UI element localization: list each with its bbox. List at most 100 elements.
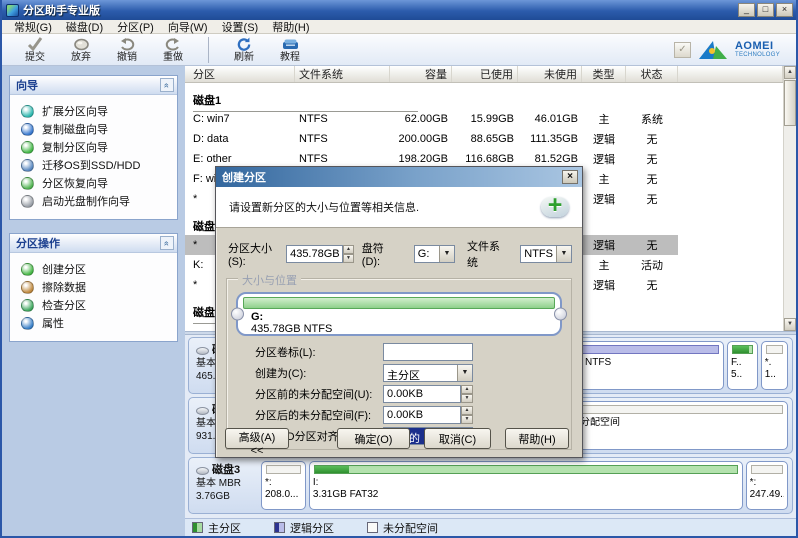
advanced-button[interactable]: 高级(A)<<	[225, 428, 289, 457]
column-header-6[interactable]: 状态	[626, 66, 678, 82]
sidebar-item-migrate-os-to-ssd[interactable]: 迁移OS到SSD/HDD	[10, 156, 177, 174]
close-button[interactable]: ×	[776, 3, 793, 17]
sidebar-item-partition-recovery-wizard[interactable]: 分区恢复向导	[10, 174, 177, 192]
scrollbar-track[interactable]	[784, 79, 796, 318]
column-header-2[interactable]: 容量	[390, 66, 452, 82]
menu-partition[interactable]: 分区(P)	[110, 19, 161, 35]
sidebar-panel-0: 向导 « 扩展分区向导 复制磁盘向导 复制分区向导 迁移OS到SSD/HDD 分区恢复向导启…	[9, 75, 178, 220]
space-before-input[interactable]	[383, 384, 461, 403]
window-title: 分区助手专业版	[23, 5, 100, 17]
sidebar-item-label: 复制磁盘向导	[42, 124, 108, 136]
partition-row[interactable]: C: win7 NTFS 62.00GB 15.99GB 46.01GB 主 系统	[185, 109, 783, 129]
logo-name: AOMEI	[734, 39, 774, 52]
scroll-down-icon[interactable]: ▼	[784, 318, 796, 331]
help-button[interactable]: 帮助(H)	[505, 428, 569, 449]
slider-right-handle[interactable]	[554, 307, 567, 321]
file-system-select[interactable]: NTFS ▼	[520, 245, 572, 263]
column-header-1[interactable]: 文件系统	[295, 66, 390, 82]
spin-up-icon[interactable]: ▲	[343, 245, 354, 254]
discard-button[interactable]: 放弃	[58, 36, 104, 63]
partition-size-input[interactable]	[286, 245, 344, 263]
volume-label-input[interactable]	[383, 342, 473, 361]
sidebar-item-expand-partition-wizard[interactable]: 扩展分区向导	[10, 102, 177, 120]
menu-disk[interactable]: 磁盘(D)	[59, 19, 110, 35]
spin-down-icon[interactable]: ▼	[343, 254, 354, 263]
scroll-up-icon[interactable]: ▲	[784, 66, 796, 79]
update-check-icon[interactable]: ✓	[673, 41, 691, 58]
sidebar-item-copy-partition-wizard[interactable]: 复制分区向导	[10, 138, 177, 156]
menu-settings[interactable]: 设置(S)	[215, 19, 266, 35]
redo-button[interactable]: 重做	[150, 36, 196, 63]
cell-filler	[678, 275, 783, 295]
sidebar-item-create-partition[interactable]: 创建分区	[10, 260, 177, 278]
cell-filler	[678, 235, 783, 255]
sidebar-item-copy-disk-wizard[interactable]: 复制磁盘向导	[10, 120, 177, 138]
minimize-button[interactable]: _	[738, 3, 755, 17]
partition-block[interactable]: *: 208.0...	[261, 461, 306, 510]
disk-panel-3: 磁盘3 基本 MBR 3.76GB *: 208.0... I: 3.31GB FAT32 *…	[188, 457, 793, 514]
sidebar-item-label: 擦除数据	[42, 282, 86, 294]
column-header-3[interactable]: 已使用	[452, 66, 518, 82]
scrollbar-thumb[interactable]	[784, 80, 796, 126]
size-spinner[interactable]: ▲ ▼	[343, 245, 354, 263]
cancel-button[interactable]: 取消(C)	[424, 428, 491, 449]
collapse-icon[interactable]: «	[160, 236, 174, 250]
dialog-close-icon[interactable]: ×	[562, 170, 578, 184]
column-header-0[interactable]: 分区	[185, 66, 295, 82]
partition-sublabel: 208.0...	[265, 489, 299, 500]
menu-general[interactable]: 常规(G)	[7, 19, 59, 35]
sidebar-panel-title: 分区操作	[16, 238, 60, 250]
space-after-input[interactable]	[383, 405, 461, 424]
create-as-select[interactable]: 主分区 ▼	[383, 363, 473, 382]
partition-size-slider[interactable]: G: 435.78GB NTFS	[231, 292, 567, 336]
chevron-down-icon[interactable]: ▼	[457, 364, 472, 381]
partition-block[interactable]: *:247.49...	[745, 461, 789, 510]
disk-name-label: 磁盘3	[212, 464, 241, 476]
menu-help[interactable]: 帮助(H)	[265, 19, 316, 35]
collapse-icon[interactable]: «	[160, 78, 174, 92]
app-icon	[6, 3, 19, 17]
sidebar-item-properties[interactable]: 属性	[10, 314, 177, 332]
redo-label: 重做	[163, 52, 183, 63]
refresh-label: 刷新	[234, 52, 254, 63]
slider-left-handle[interactable]	[231, 307, 244, 321]
undo-button[interactable]: 撤销	[104, 36, 150, 63]
refresh-button[interactable]: 刷新	[221, 36, 267, 63]
aomei-logo-text: AOMEI TECHNOLOGY	[734, 39, 780, 59]
spin-up-icon[interactable]: ▲	[461, 405, 473, 415]
submit-button[interactable]: 提交	[12, 36, 58, 63]
drive-letter-select[interactable]: G: ▼	[413, 245, 456, 263]
partition-block[interactable]: *. 1..	[760, 341, 788, 390]
spin-down-icon[interactable]: ▼	[461, 414, 473, 424]
partition-row[interactable]: D: data NTFS 200.00GB 88.65GB 111.35GB 逻辑 无	[185, 129, 783, 149]
space-before-spinner[interactable]: ▲ ▼	[461, 384, 473, 403]
create-as-label: 创建为(C):	[255, 367, 307, 380]
spin-down-icon[interactable]: ▼	[461, 393, 473, 403]
vertical-scrollbar[interactable]: ▲ ▼	[783, 66, 796, 331]
column-header-4[interactable]: 未使用	[518, 66, 582, 82]
disk-card[interactable]: 磁盘3 基本 MBR 3.76GB	[192, 461, 260, 510]
space-after-spinner[interactable]: ▲ ▼	[461, 405, 473, 424]
cell: 逻辑	[593, 154, 615, 166]
create-partition-dialog: 创建分区 × 请设置新分区的大小与位置等相关信息. + 分区大小(S): ▲▼ …	[215, 166, 583, 458]
partition-block[interactable]: I: 3.31GB FAT32	[308, 461, 743, 510]
spin-up-icon[interactable]: ▲	[461, 384, 473, 394]
column-header-5[interactable]: 类型	[582, 66, 626, 82]
properties-icon	[21, 316, 34, 330]
menu-wizard[interactable]: 向导(W)	[161, 19, 215, 35]
chevron-down-icon[interactable]: ▼	[439, 246, 455, 262]
drive-letter-label: 盘符(D):	[361, 243, 384, 268]
sidebar-panel-body: 扩展分区向导复制磁盘向导复制分区向导 迁移OS到SSD/HDD 分区恢复向导 启动光盘…	[10, 95, 177, 219]
ok-button[interactable]: 确定(O)	[337, 428, 410, 449]
chevron-down-icon[interactable]: ▼	[556, 246, 571, 262]
partition-block[interactable]: F.. 5..	[727, 341, 758, 390]
sidebar-item-wipe-data[interactable]: 擦除数据	[10, 278, 177, 296]
maximize-button[interactable]: □	[757, 3, 774, 17]
disk-group-header: 磁盘1	[185, 83, 783, 112]
sidebar-item-bootable-cd-wizard[interactable]: 启动光盘制作向导	[10, 192, 177, 210]
sidebar-item-check-partition[interactable]: 检查分区	[10, 296, 177, 314]
dialog-title-bar[interactable]: 创建分区 ×	[216, 167, 582, 187]
cell: 系统	[641, 114, 663, 126]
legend-logical: 逻辑分区	[274, 520, 334, 536]
tutorial-button[interactable]: 教程	[267, 36, 313, 63]
